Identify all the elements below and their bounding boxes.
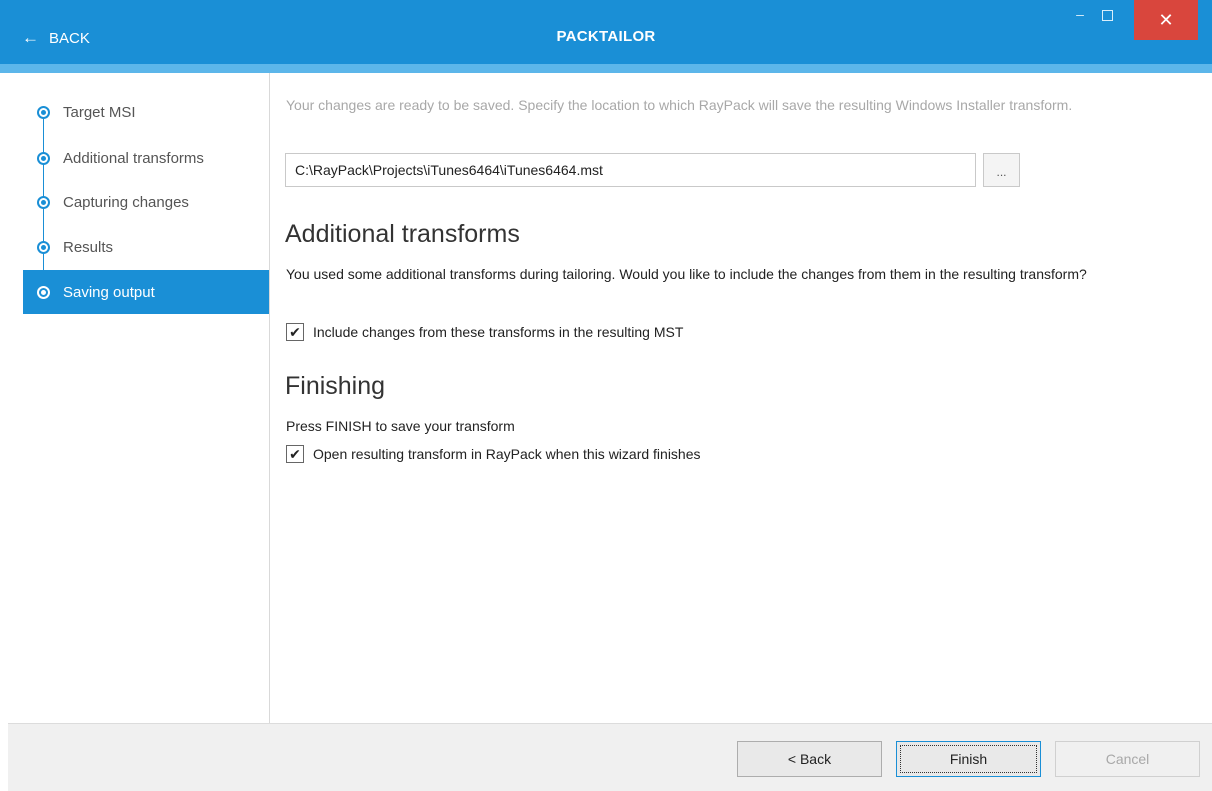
browse-button[interactable]: ...: [983, 153, 1020, 187]
step-target-msi[interactable]: Target MSI: [23, 90, 269, 134]
step-label: Saving output: [63, 283, 155, 301]
checkmark-icon: ✔: [289, 445, 301, 462]
step-label: Target MSI: [63, 103, 136, 121]
additional-transforms-description: You used some additional transforms duri…: [286, 266, 1087, 282]
open-in-raypack-label: Open resulting transform in RayPack when…: [313, 446, 701, 462]
maximize-button[interactable]: [1102, 10, 1113, 21]
finishing-description: Press FINISH to save your transform: [286, 418, 515, 434]
open-in-raypack-checkbox-row[interactable]: ✔ Open resulting transform in RayPack wh…: [286, 444, 701, 464]
back-button-label: < Back: [787, 751, 832, 767]
cancel-button[interactable]: Cancel: [1055, 741, 1200, 777]
step-label: Results: [63, 238, 114, 256]
include-changes-checkbox-row[interactable]: ✔ Include changes from these transforms …: [286, 322, 683, 342]
step-dot-icon: [37, 285, 50, 299]
minimize-button[interactable]: –: [1071, 6, 1089, 24]
include-changes-label: Include changes from these transforms in…: [313, 324, 684, 340]
step-saving-output[interactable]: Saving output: [23, 270, 269, 314]
close-button[interactable]: ✕: [1134, 0, 1198, 40]
step-dot-icon: [37, 105, 50, 119]
include-changes-checkbox[interactable]: ✔: [286, 323, 304, 341]
checkmark-icon: ✔: [289, 323, 301, 340]
step-label: Capturing changes: [63, 193, 189, 211]
step-additional-transforms[interactable]: Additional transforms: [23, 136, 269, 180]
back-button[interactable]: < Back: [737, 741, 882, 777]
intro-text: Your changes are ready to be saved. Spec…: [286, 97, 1073, 113]
step-results[interactable]: Results: [23, 225, 269, 269]
step-dot-icon: [37, 240, 50, 254]
close-icon: ✕: [1158, 9, 1174, 30]
section-heading-additional-transforms: Additional transforms: [285, 220, 520, 248]
cancel-button-label: Cancel: [1105, 751, 1150, 767]
output-path-input[interactable]: [285, 153, 976, 187]
finish-button[interactable]: Finish: [896, 741, 1041, 777]
open-in-raypack-checkbox[interactable]: ✔: [286, 445, 304, 463]
title-bar-accent-strip: [0, 64, 1212, 73]
focus-rectangle: [900, 745, 1037, 773]
app-title: PACKTAILOR: [556, 28, 656, 45]
section-heading-finishing: Finishing: [285, 372, 386, 400]
step-label: Additional transforms: [63, 149, 204, 167]
step-capturing-changes[interactable]: Capturing changes: [23, 180, 269, 224]
step-dot-icon: [37, 151, 50, 165]
step-dot-icon: [37, 195, 50, 209]
